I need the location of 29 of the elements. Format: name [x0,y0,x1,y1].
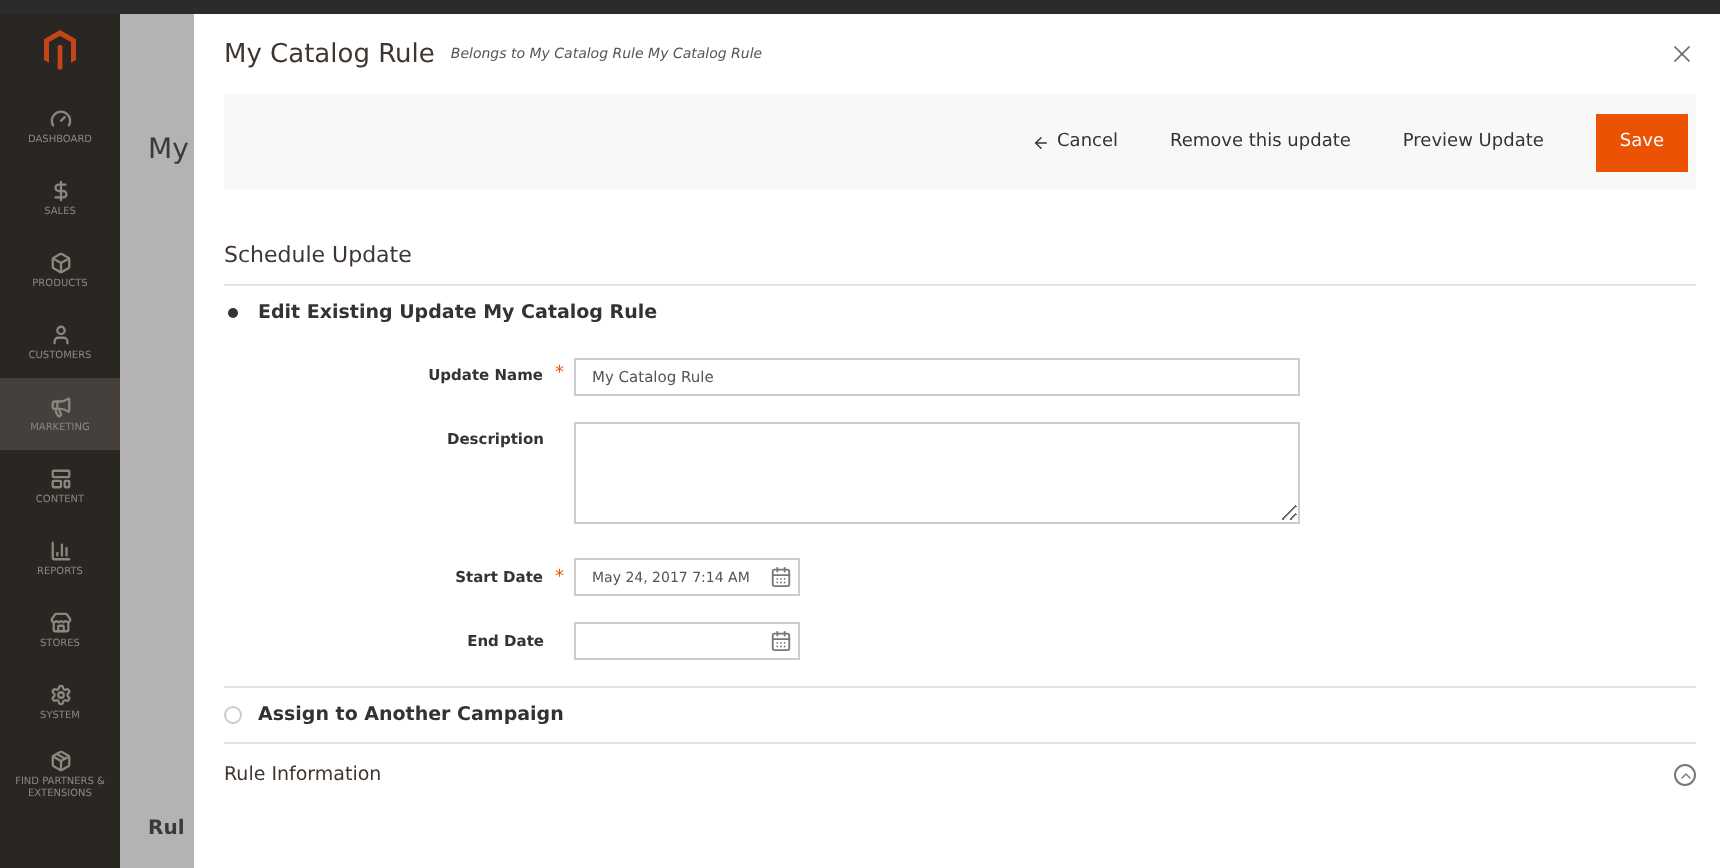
calendar-icon[interactable] [770,566,792,588]
gauge-icon [49,107,71,129]
section-heading: Schedule Update [224,242,1696,286]
required-mark: * [555,364,564,384]
person-icon [49,323,71,345]
layout-icon [49,467,71,489]
radio-option[interactable]: Edit Existing Update My Catalog Rule [224,302,1696,324]
save-button[interactable]: Save [1595,113,1688,171]
calendar-icon[interactable] [770,630,792,652]
section-title: Rul [148,818,185,840]
store-icon [49,611,71,633]
action-button[interactable]: Remove this update [1170,124,1351,160]
logo-icon[interactable] [44,30,76,70]
close-button[interactable] [1668,40,1696,68]
collapsible-header[interactable]: Rule Information [224,744,1696,806]
bar-chart-icon [49,539,71,561]
cancel-button[interactable]: Cancel [1031,124,1119,160]
package-icon [49,749,71,771]
action-button[interactable]: Preview Update [1402,124,1544,160]
gear-icon [49,683,71,705]
required-mark: * [555,567,564,587]
modal-title: My Catalog Rule [224,39,435,69]
arrow-left-icon [1031,133,1050,151]
box-icon [49,251,71,273]
date-field[interactable] [574,622,800,660]
megaphone-icon [49,395,71,417]
dollar-icon [49,179,71,201]
page-title: My [148,134,189,166]
radio-option[interactable]: Assign to Another Campaign [224,704,1696,726]
